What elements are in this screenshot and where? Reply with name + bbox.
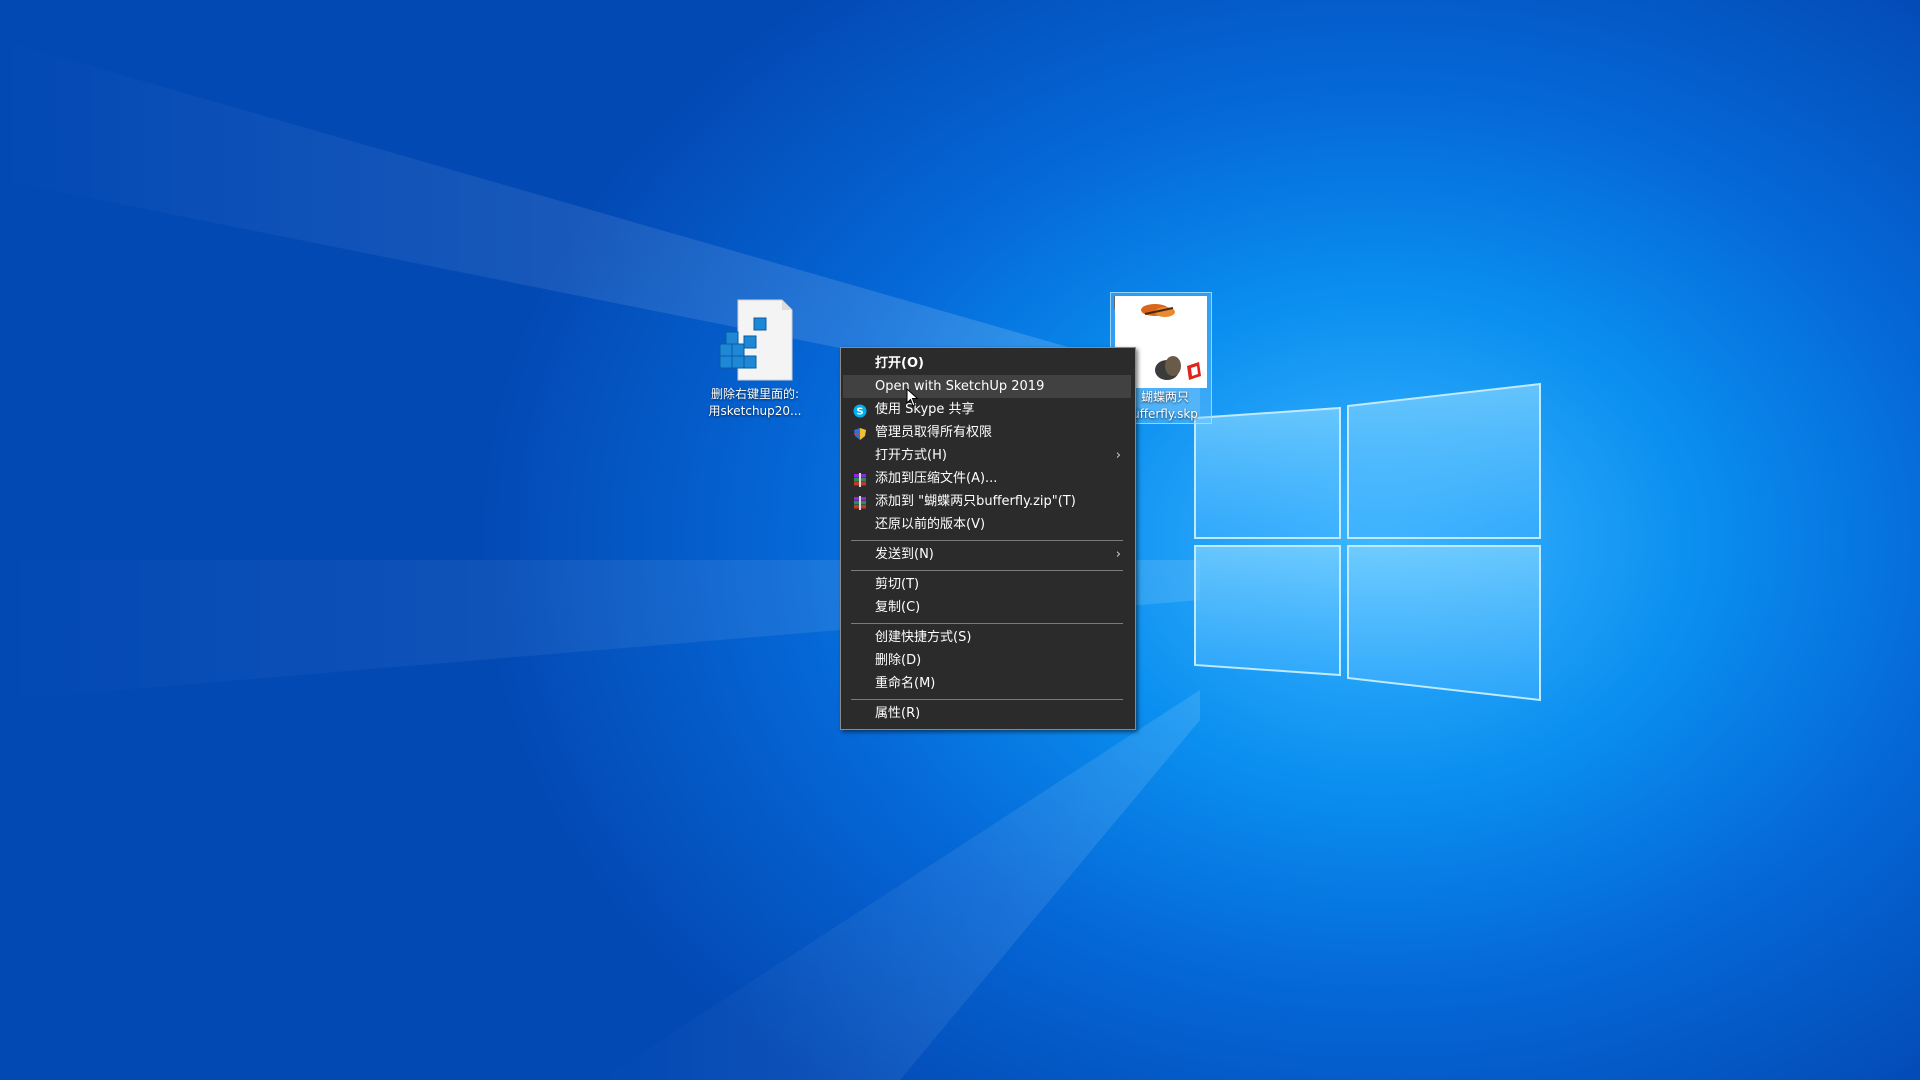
menu-item-add-to-zip[interactable]: 添加到 "蝴蝶两只bufferfly.zip"(T) bbox=[843, 490, 1131, 513]
menu-item-create-shortcut[interactable]: 创建快捷方式(S) bbox=[843, 626, 1131, 649]
menu-item-label: 属性(R) bbox=[875, 706, 921, 721]
winrar-icon bbox=[853, 495, 867, 510]
menu-item-label: 使用 Skype 共享 bbox=[875, 402, 975, 417]
menu-item-label: 添加到 "蝴蝶两只bufferfly.zip"(T) bbox=[875, 494, 1076, 509]
mouse-cursor-icon bbox=[906, 388, 919, 407]
menu-item-add-to-archive[interactable]: 添加到压缩文件(A)... bbox=[843, 467, 1131, 490]
menu-item-label: 还原以前的版本(V) bbox=[875, 517, 986, 532]
menu-separator bbox=[851, 699, 1123, 700]
desktop[interactable]: 删除右键里面的: 用sketchup20... ✓ bbox=[0, 0, 1920, 1080]
sketchup-badge-icon bbox=[1187, 362, 1201, 380]
desktop-icon-label: 删除右键里面的: bbox=[710, 387, 800, 401]
menu-item-properties[interactable]: 属性(R) bbox=[843, 702, 1131, 725]
menu-item-cut[interactable]: 剪切(T) bbox=[843, 573, 1131, 596]
svg-text:S: S bbox=[856, 407, 863, 418]
menu-item-open-with[interactable]: 打开方式(H) › bbox=[843, 444, 1131, 467]
menu-item-label: 管理员取得所有权限 bbox=[875, 425, 993, 440]
butterfly-dark-icon bbox=[1155, 356, 1181, 380]
menu-item-label: 复制(C) bbox=[875, 600, 921, 615]
menu-item-label: 重命名(M) bbox=[875, 676, 936, 691]
registry-file-icon bbox=[710, 296, 800, 386]
menu-separator bbox=[851, 623, 1123, 624]
menu-item-label: 添加到压缩文件(A)... bbox=[875, 471, 998, 486]
menu-item-send-to[interactable]: 发送到(N) › bbox=[843, 543, 1131, 566]
menu-item-open[interactable]: 打开(O) bbox=[843, 352, 1131, 375]
menu-item-label: 打开方式(H) bbox=[875, 448, 947, 463]
shield-icon bbox=[853, 426, 867, 440]
menu-item-copy[interactable]: 复制(C) bbox=[843, 596, 1131, 619]
skype-icon: S bbox=[853, 403, 867, 418]
winrar-icon bbox=[853, 472, 867, 487]
menu-item-label: 剪切(T) bbox=[875, 577, 920, 592]
menu-item-label: 创建快捷方式(S) bbox=[875, 630, 972, 645]
menu-item-share-skype[interactable]: S 使用 Skype 共享 bbox=[843, 398, 1131, 421]
desktop-icon-label: 用sketchup20... bbox=[708, 404, 802, 418]
menu-item-rename[interactable]: 重命名(M) bbox=[843, 672, 1131, 695]
menu-item-label: 删除(D) bbox=[875, 653, 922, 668]
menu-separator bbox=[851, 570, 1123, 571]
menu-item-label: Open with SketchUp 2019 bbox=[875, 379, 1045, 394]
menu-item-delete[interactable]: 删除(D) bbox=[843, 649, 1131, 672]
menu-item-take-ownership[interactable]: 管理员取得所有权限 bbox=[843, 421, 1131, 444]
chevron-right-icon: › bbox=[1115, 448, 1121, 463]
desktop-icon-registry-file[interactable]: 删除右键里面的: 用sketchup20... bbox=[700, 296, 810, 420]
menu-item-label: 打开(O) bbox=[875, 356, 924, 371]
menu-item-open-with-sketchup[interactable]: Open with SketchUp 2019 bbox=[843, 375, 1131, 398]
chevron-right-icon: › bbox=[1115, 547, 1121, 562]
context-menu: 打开(O) Open with SketchUp 2019 S 使用 Skype… bbox=[840, 347, 1136, 730]
menu-separator bbox=[851, 540, 1123, 541]
windows-logo-wallpaper bbox=[1194, 382, 1541, 702]
menu-item-label: 发送到(N) bbox=[875, 547, 934, 562]
menu-item-restore-previous-versions[interactable]: 还原以前的版本(V) bbox=[843, 513, 1131, 536]
butterfly-orange-icon bbox=[1141, 304, 1175, 317]
